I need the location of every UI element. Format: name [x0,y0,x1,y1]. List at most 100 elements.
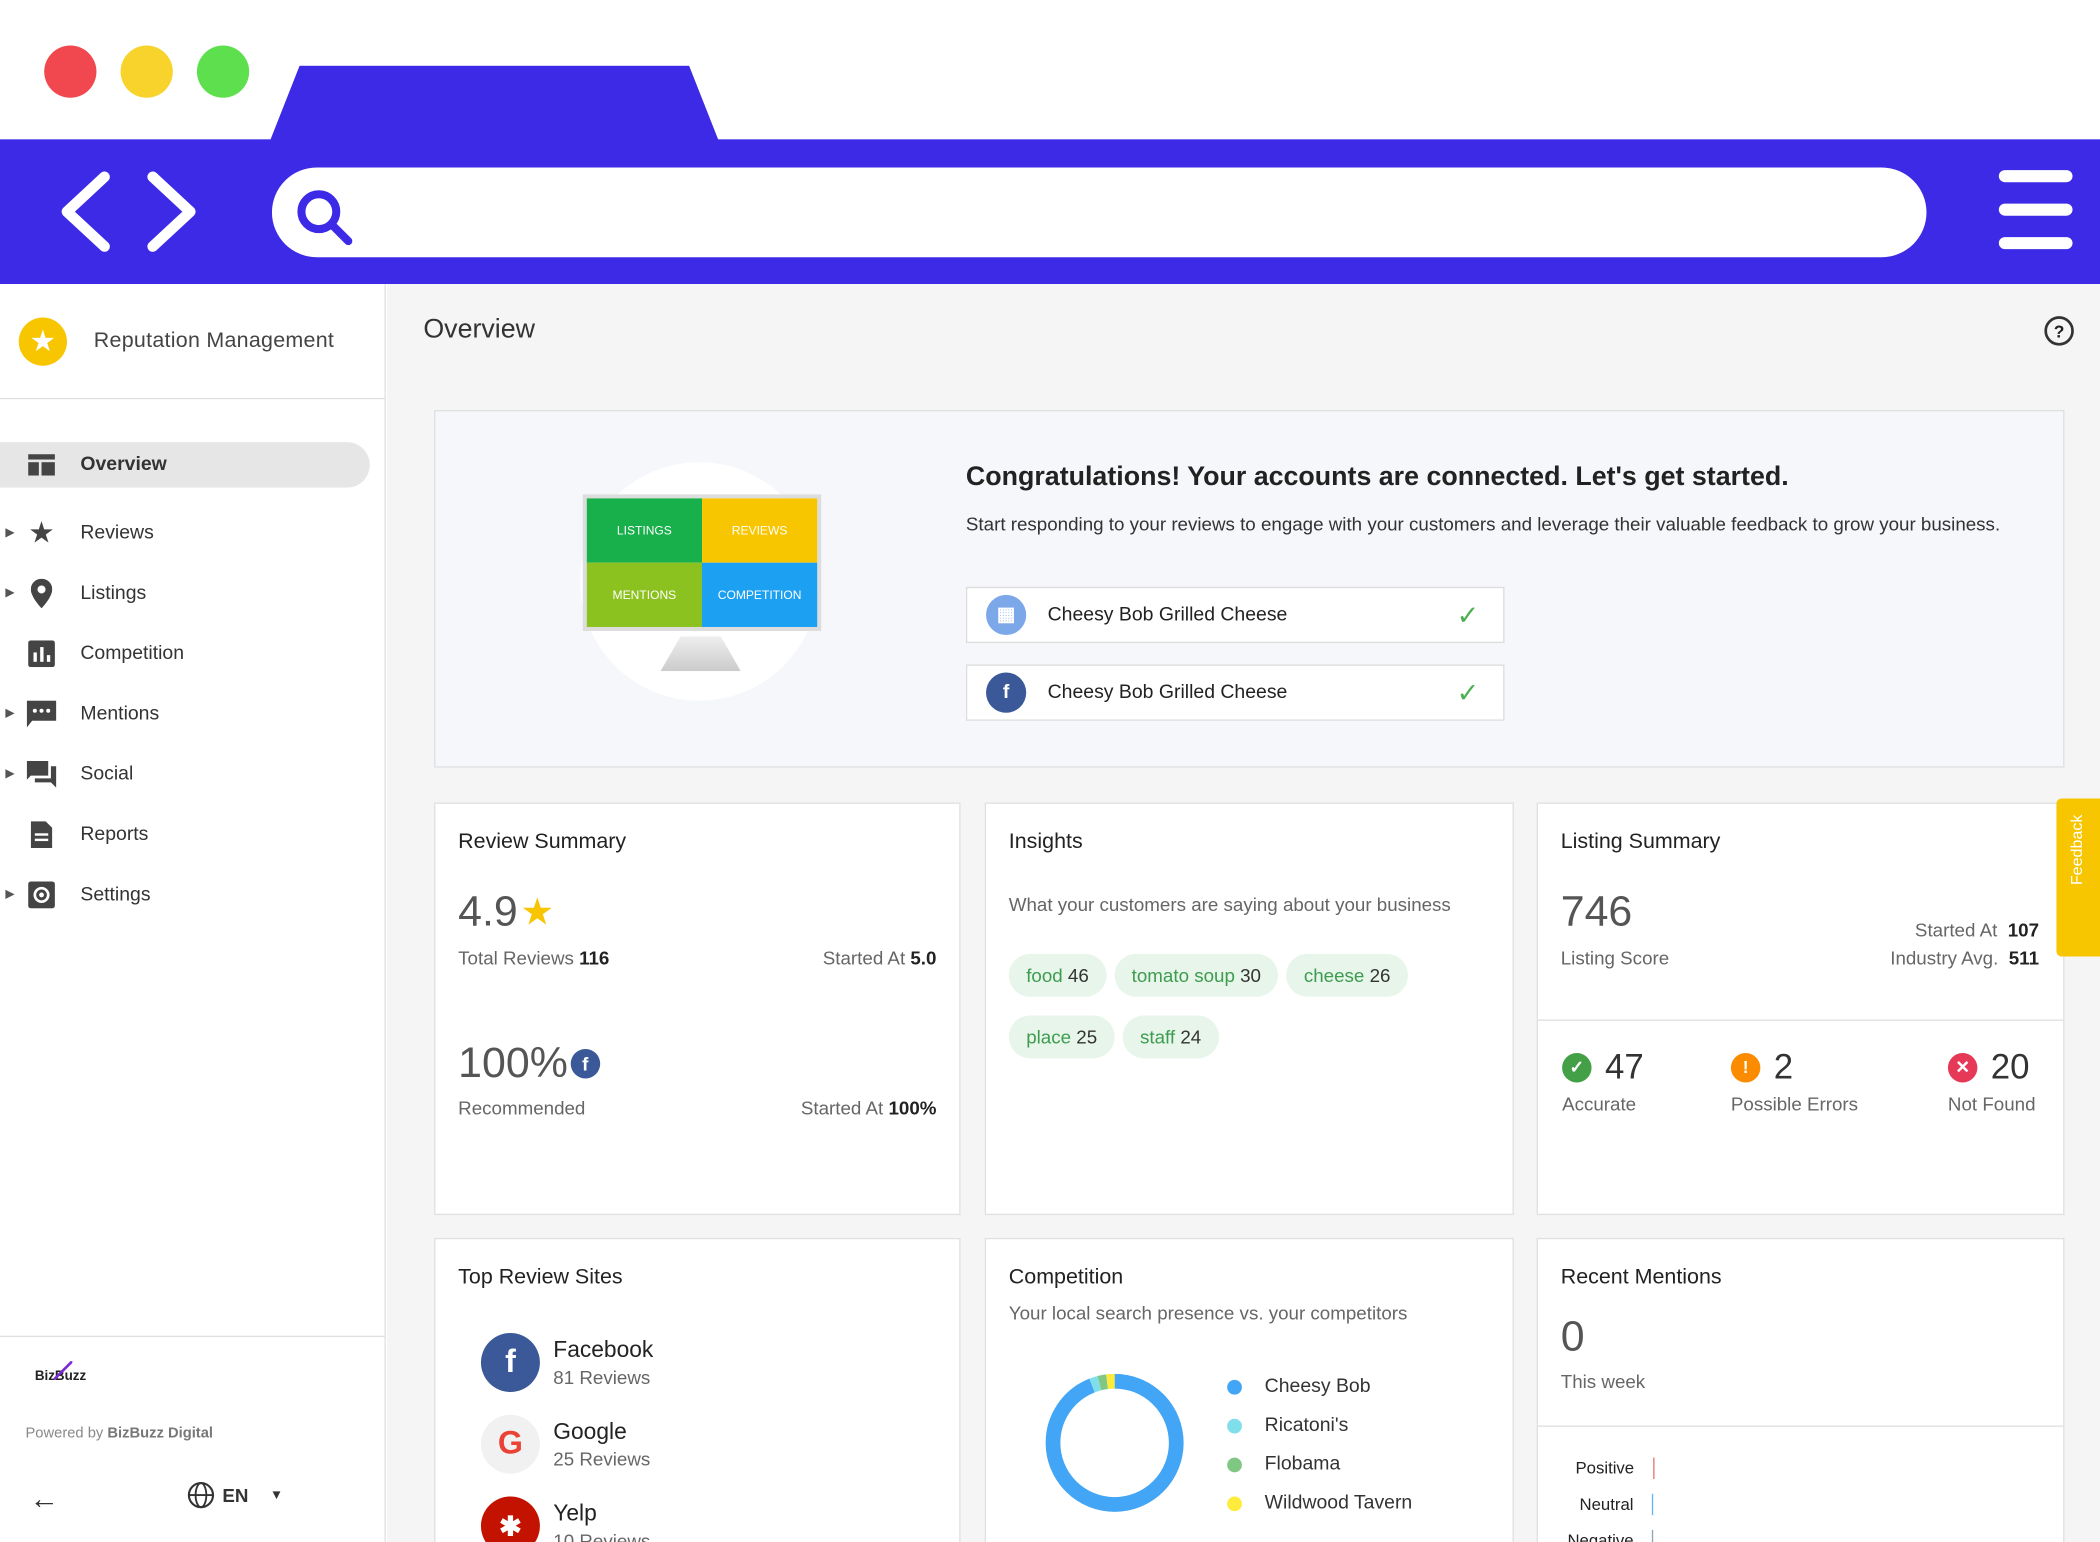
chat-bubble-icon [26,699,57,728]
legend-flobama: Flobama [1227,1454,1340,1475]
card-title: Review Summary [458,830,627,854]
insights-subtitle: What your customers are saying about you… [1008,893,1451,916]
checkmark-icon: ✓ [1456,678,1480,709]
expand-caret-icon[interactable]: ▶ [5,525,14,540]
expand-caret-icon[interactable]: ▶ [5,706,14,721]
legend-dot [1227,1379,1242,1394]
maximize-window-dot[interactable] [196,45,250,98]
review-site-google[interactable]: G Google 25 Reviews [480,1414,650,1474]
connected-account-google[interactable]: ▦ Cheesy Bob Grilled Cheese ✓ [965,586,1505,644]
browser-tab[interactable] [267,65,721,147]
sidebar-item-overview[interactable]: Overview [0,442,370,488]
banner-headline: Congratulations! Your accounts are conne… [965,462,1789,492]
tile-mentions: MENTIONS [586,562,703,627]
star-icon: ★ [520,890,555,933]
stat-not-found[interactable]: ✕ 20 Not Found [1947,1046,2036,1115]
back-nav-icon[interactable] [59,171,113,252]
expand-caret-icon[interactable]: ▶ [5,585,14,600]
star-badge-icon: ★ [18,316,67,366]
review-site-yelp[interactable]: ✱ Yelp 10 Reviews [480,1496,650,1542]
help-icon[interactable]: ? [2044,316,2074,346]
collapse-arrow-icon[interactable]: ← [29,1482,58,1517]
top-review-sites-card: Top Review Sites f Facebook 81 Reviews G … [434,1237,961,1542]
brand-title: Reputation Management [93,328,335,352]
insight-chip[interactable]: tomato soup 30 [1114,953,1279,997]
yelp-icon: ✱ [480,1496,540,1542]
review-site-facebook[interactable]: f Facebook 81 Reviews [480,1333,653,1392]
search-icon [297,190,353,246]
sidebar: ★ Reputation Management Overview ▶ ★ Rev… [0,284,386,1542]
feedback-tab[interactable]: Feedback [2056,798,2100,957]
star-icon: ★ [28,515,55,549]
checkmark-icon: ✓ [1456,600,1480,631]
chevron-down-icon: ▼ [269,1487,284,1503]
insight-chip[interactable]: cheese 26 [1286,953,1408,997]
sidebar-item-label: Listings [80,582,147,604]
sidebar-item-competition[interactable]: Competition [0,623,384,683]
sidebar-item-label: Reviews [80,521,154,544]
sidebar-item-mentions[interactable]: ▶ Mentions [0,683,384,743]
globe-icon [187,1481,215,1509]
card-title: Top Review Sites [458,1266,623,1289]
dashboard-icon [27,450,56,479]
stat-accurate[interactable]: ✓ 47 Accurate [1562,1046,1644,1115]
stat-possible-errors[interactable]: ! 2 Possible Errors [1730,1046,1858,1115]
divider [1537,1425,2064,1427]
insight-chip[interactable]: place 25 [1008,1015,1115,1059]
hamburger-menu-icon[interactable] [1998,170,2073,250]
check-circle-icon: ✓ [1562,1052,1592,1082]
sentiment-neutral: Neutral [1575,1493,1654,1516]
sidebar-menu: Overview ▶ ★ Reviews ▶ Listings Competit… [0,442,384,924]
sidebar-item-reviews[interactable]: ▶ ★ Reviews [0,502,384,562]
sidebar-item-listings[interactable]: ▶ Listings [0,563,384,623]
warning-circle-icon: ! [1730,1052,1761,1082]
sidebar-item-label: Mentions [80,702,160,725]
account-name: Cheesy Bob Grilled Cheese [1047,604,1288,626]
sidebar-item-reports[interactable]: Reports [0,804,384,864]
listing-score: 746 [1560,886,1633,936]
expand-caret-icon[interactable]: ▶ [5,766,14,781]
language-selector[interactable]: EN ▼ [187,1481,284,1509]
insight-chip[interactable]: staff 24 [1122,1015,1219,1059]
sentiment-negative: Negative [1567,1529,1654,1542]
sidebar-item-settings[interactable]: ▶ Settings [0,864,384,924]
sentiment-positive: Positive [1575,1457,1655,1480]
tile-listings: LISTINGS [586,498,703,563]
started-rating: Started At 5.0 [822,947,937,969]
average-rating: 4.9 [458,886,518,936]
facebook-icon: f [986,672,1027,713]
mentions-period: This week [1560,1370,1646,1392]
page-title: Overview [423,314,536,344]
powered-by-text: Powered by BizBuzz Digital [25,1425,214,1442]
sidebar-item-label: Overview [80,454,167,476]
sidebar-item-label: Social [80,762,134,785]
connected-account-facebook[interactable]: f Cheesy Bob Grilled Cheese ✓ [965,664,1505,721]
donut-slice-cheesy-bob[interactable] [1045,1373,1184,1512]
address-bar[interactable] [271,167,1927,258]
google-icon: G [480,1414,540,1474]
nav-arrows [59,171,199,252]
forward-nav-icon[interactable] [145,171,199,252]
recent-mentions-card: Recent Mentions 0 This week Positive Neu… [1536,1237,2065,1542]
facebook-icon: f [570,1048,600,1078]
legend-dot [1227,1418,1242,1433]
sidebar-item-social[interactable]: ▶ Social [0,744,384,804]
legend-ricatonis: Ricatoni's [1227,1415,1348,1436]
total-reviews: Total Reviews 116 [458,947,610,969]
close-window-dot[interactable] [44,45,97,98]
insight-chip[interactable]: food 46 [1008,953,1107,997]
card-title: Insights [1008,830,1083,854]
expand-caret-icon[interactable]: ▶ [5,887,14,902]
error-circle-icon: ✕ [1947,1052,1978,1082]
bar-chart-icon [27,638,56,667]
banner-body: Start responding to your reviews to enga… [965,513,2001,535]
card-title: Listing Summary [1560,830,1721,854]
account-name: Cheesy Bob Grilled Cheese [1047,681,1288,704]
competition-card: Competition Your local search presence v… [984,1237,1514,1542]
tile-competition: COMPETITION [702,562,818,627]
onboarding-banner: LISTINGS REVIEWS MENTIONS COMPETITION Co… [434,409,2065,768]
competition-subtitle: Your local search presence vs. your comp… [1008,1302,1408,1324]
sidebar-item-label: Competition [80,642,185,664]
listing-started: Started At 107 [1914,919,2040,941]
minimize-window-dot[interactable] [120,45,173,98]
